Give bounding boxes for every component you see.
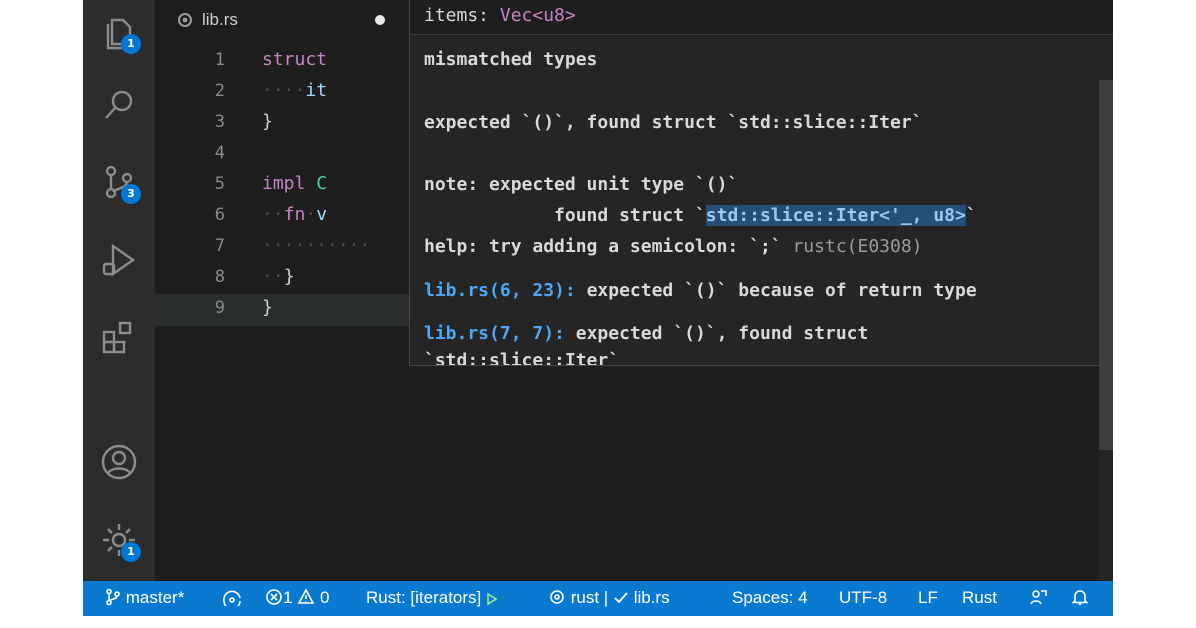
extensions-button[interactable] xyxy=(99,318,139,358)
code-line-7: ·········· xyxy=(262,235,371,256)
sync-button[interactable] xyxy=(221,588,243,610)
keyword: impl xyxy=(262,173,306,194)
vscode-window: 1 3 1 lib.rs 1 2 3 4 5 6 7 8 9 struct ··… xyxy=(83,0,1113,616)
search-button[interactable] xyxy=(99,85,139,125)
problems-status[interactable]: 1 0 xyxy=(265,588,329,608)
unsaved-dot-icon[interactable] xyxy=(375,15,385,25)
sync-icon xyxy=(223,590,241,610)
error-icon xyxy=(266,589,282,605)
settings-file-icon xyxy=(178,13,192,27)
code-editor[interactable]: 1 2 3 4 5 6 7 8 9 struct ····it } impl C… xyxy=(155,0,1113,581)
code-text: it xyxy=(305,80,328,101)
tab-label: lib.rs xyxy=(202,10,238,29)
line-number: 7 xyxy=(214,236,225,256)
code-line-8: ··} xyxy=(262,266,295,287)
keyword: fn xyxy=(283,204,306,225)
code-line-6: ··fn·v xyxy=(262,204,328,225)
code-line-9: } xyxy=(262,297,273,318)
search-icon xyxy=(105,90,133,119)
editor-scroll-thumb[interactable] xyxy=(1099,80,1113,450)
code-text: } xyxy=(283,266,295,287)
selected-text[interactable]: std::slice::Iter<'_, u8> xyxy=(705,205,966,226)
indentation-status[interactable]: Spaces: 4 xyxy=(732,588,808,608)
git-branch-icon xyxy=(106,588,120,606)
line-number: 5 xyxy=(214,174,225,194)
task-label: Rust: [iterators] xyxy=(366,588,482,607)
warning-count: 0 xyxy=(319,588,330,607)
account-icon xyxy=(101,444,137,480)
editor-scrollbar[interactable] xyxy=(1099,40,1113,581)
notifications-button[interactable] xyxy=(1071,588,1089,608)
hover-found[interactable]: found struct `std::slice::Iter<'_, u8>` xyxy=(424,205,977,226)
line-number: 1 xyxy=(214,50,225,70)
hover-expected: expected `()`, found struct `std::slice:… xyxy=(424,112,923,133)
line-number: 4 xyxy=(214,143,225,163)
code-text: v xyxy=(316,204,328,225)
activity-bar: 1 3 1 xyxy=(83,0,155,581)
related-info-1: lib.rs(6, 23): expected `()` because of … xyxy=(424,280,977,301)
manage-button[interactable]: 1 xyxy=(99,520,141,562)
accounts-button[interactable] xyxy=(99,442,139,482)
task-status[interactable]: Rust: [iterators] xyxy=(366,588,498,608)
error-code: rustc(E0308) xyxy=(792,236,923,257)
eol-status[interactable]: LF xyxy=(918,588,938,608)
feedback-button[interactable] xyxy=(1028,588,1048,608)
type-name: C xyxy=(316,173,328,194)
rust-analyzer-status[interactable]: rust | lib.rs xyxy=(548,588,670,608)
hover-note: note: expected unit type `()` xyxy=(424,174,739,195)
error-count: 1 xyxy=(283,588,293,607)
code-text: } xyxy=(262,111,273,132)
run-debug-button[interactable] xyxy=(99,240,139,280)
line-number: 8 xyxy=(214,267,225,287)
found-prefix: found struct ` xyxy=(424,205,706,226)
check-icon xyxy=(614,592,628,604)
line-number: 2 xyxy=(214,81,225,101)
branch-status[interactable]: master* xyxy=(105,588,184,608)
related-info-2-cont: `std::slice::Iter` xyxy=(424,350,620,366)
line-number: 3 xyxy=(214,112,225,132)
help-text: help: try adding a semicolon: `;` xyxy=(424,236,782,257)
branch-name: master* xyxy=(125,588,185,607)
line-number: 9 xyxy=(214,298,225,318)
code-line-5: impl C xyxy=(262,173,327,194)
hover-help: help: try adding a semicolon: `;` rustc(… xyxy=(424,236,923,257)
status-bar: master* 1 0 Rust: [iterators] rust | lib… xyxy=(83,581,1113,616)
encoding-status[interactable]: UTF-8 xyxy=(839,588,887,608)
signature-type: Vec<u8> xyxy=(499,5,576,26)
related-info-2: lib.rs(7, 7): expected `()`, found struc… xyxy=(424,323,868,344)
language-mode-status[interactable]: Rust xyxy=(962,588,997,608)
explorer-button[interactable]: 1 xyxy=(99,12,141,54)
code-line-1: struct xyxy=(262,49,327,70)
source-control-button[interactable]: 3 xyxy=(99,162,141,204)
feedback-icon xyxy=(1030,590,1047,605)
bell-icon xyxy=(1071,590,1089,605)
line-number: 6 xyxy=(214,205,225,225)
found-suffix: ` xyxy=(965,205,977,226)
rust-label: rust | xyxy=(570,588,609,607)
hover-title: mismatched types xyxy=(424,49,598,70)
run-debug-icon xyxy=(102,243,136,277)
rust-gear-icon xyxy=(550,590,564,604)
related-link-2[interactable]: lib.rs(7, 7): xyxy=(424,323,565,344)
settings-badge: 1 xyxy=(121,542,141,562)
code-line-2: ····it xyxy=(262,80,328,101)
code-text: } xyxy=(262,297,273,318)
tab-lib-rs[interactable]: lib.rs xyxy=(155,0,410,40)
warning-icon xyxy=(297,588,315,604)
hover-signature: items: Vec<u8> xyxy=(424,5,576,26)
explorer-badge: 1 xyxy=(121,34,141,54)
code-line-3: } xyxy=(262,111,273,132)
diagnostic-hover[interactable]: items: Vec<u8> mismatched types expected… xyxy=(409,0,1113,366)
related-link-1[interactable]: lib.rs(6, 23): xyxy=(424,280,576,301)
signature-name: items: xyxy=(424,5,490,26)
extensions-icon xyxy=(102,321,132,354)
check-file: lib.rs xyxy=(633,588,670,607)
source-control-badge: 3 xyxy=(121,184,141,204)
related-text-1: expected `()` because of return type xyxy=(586,280,977,301)
related-text-2: expected `()`, found struct xyxy=(575,323,869,344)
keyword: struct xyxy=(262,49,328,70)
play-icon xyxy=(487,592,498,606)
